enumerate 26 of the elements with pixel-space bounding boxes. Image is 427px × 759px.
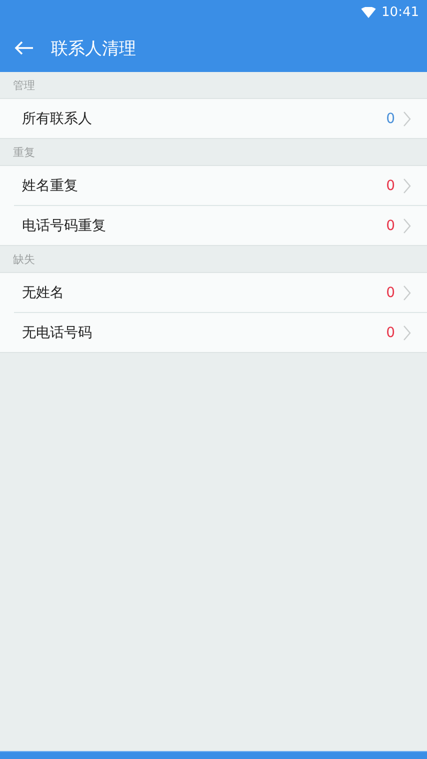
chevron-icon xyxy=(403,110,411,126)
section-header: 缺失 xyxy=(13,252,35,266)
item-count: 0 xyxy=(386,110,395,126)
item-label: 电话号码重复 xyxy=(22,216,107,234)
wifi-icon xyxy=(360,6,376,18)
item-label: 所有联系人 xyxy=(22,110,93,128)
list-item[interactable]: 无姓名 0 xyxy=(14,273,427,312)
back-arrow-icon[interactable] xyxy=(14,40,34,56)
section-header: 重复 xyxy=(13,144,35,160)
item-count: 0 xyxy=(386,218,395,234)
screen-title: 联系人清理 xyxy=(51,38,136,60)
item-count: 0 xyxy=(386,284,395,300)
item-count: 0 xyxy=(386,178,395,194)
item-label: 无电话号码 xyxy=(22,324,93,342)
item-label: 姓名重复 xyxy=(22,176,79,194)
status-time: 10:41 xyxy=(382,4,419,20)
section-header: 管理 xyxy=(13,78,35,92)
list-item[interactable]: 电话号码重复 0 xyxy=(14,205,427,245)
item-label: 无姓名 xyxy=(22,284,65,302)
chevron-icon xyxy=(403,284,411,300)
item-count: 0 xyxy=(386,324,395,340)
chevron-icon xyxy=(403,324,411,340)
chevron-icon xyxy=(403,218,411,234)
list-item[interactable]: 无电话号码 0 xyxy=(14,312,427,352)
chevron-icon xyxy=(403,178,411,194)
list-item[interactable]: 姓名重复 0 xyxy=(14,166,427,205)
